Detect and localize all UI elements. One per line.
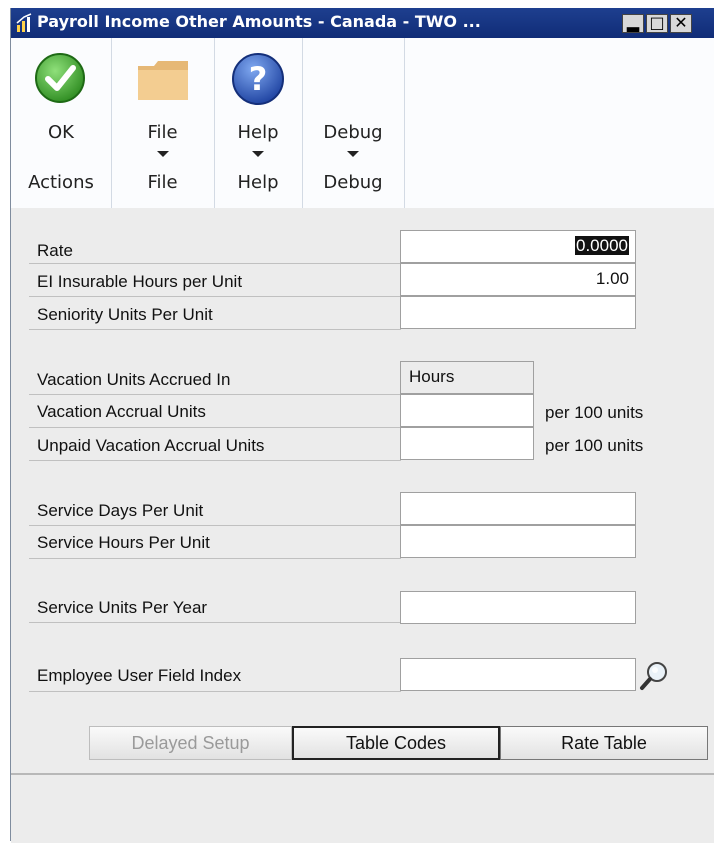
help-label: Help <box>237 122 279 143</box>
ribbon-group-file: File File <box>111 38 215 208</box>
title-bar[interactable]: Payroll Income Other Amounts - Canada - … <box>11 8 714 38</box>
close-button[interactable]: ✕ <box>670 13 692 33</box>
ei-insurable-hours-value: 1.00 <box>595 269 629 288</box>
seniority-units-input[interactable] <box>400 296 636 329</box>
app-chart-icon <box>16 13 32 32</box>
row-divider <box>29 329 401 330</box>
ribbon-group-actions: OK Actions <box>11 38 112 208</box>
service-days-per-unit-input[interactable] <box>400 492 636 525</box>
unpaid-vacation-accrual-units-label: Unpaid Vacation Accrual Units <box>37 436 265 455</box>
check-icon <box>35 53 85 103</box>
file-label: File <box>147 122 178 143</box>
table-codes-label: Table Codes <box>345 733 447 753</box>
ribbon-group-debug: Debug Debug <box>302 38 405 208</box>
lookup-magnifier-icon[interactable] <box>639 660 669 692</box>
ok-button[interactable]: OK <box>11 38 111 163</box>
ribbon-toolbar: OK Actions File File ? Help Help Debug D… <box>11 38 714 209</box>
ei-insurable-hours-label: EI Insurable Hours per Unit <box>37 272 243 291</box>
svg-text:?: ? <box>249 60 268 98</box>
unpaid-vacation-accrual-unit-text: per 100 units <box>545 436 644 455</box>
row-divider <box>29 558 401 559</box>
row-divider <box>29 296 401 297</box>
row-divider <box>29 427 401 428</box>
ribbon-group-help: ? Help Help <box>214 38 303 208</box>
unpaid-vacation-accrual-units-input[interactable] <box>400 427 534 460</box>
service-hours-per-unit-label: Service Hours Per Unit <box>37 533 210 552</box>
minimize-icon: ▂ <box>626 13 640 32</box>
window-title: Payroll Income Other Amounts - Canada - … <box>37 12 481 31</box>
rate-table-label: Rate Table <box>561 733 647 753</box>
minimize-button[interactable]: ▂ <box>622 13 644 33</box>
row-divider <box>29 691 401 692</box>
vacation-accrual-unit-text: per 100 units <box>545 403 644 422</box>
group-label-actions: Actions <box>28 172 94 193</box>
row-divider <box>29 263 401 264</box>
service-hours-per-unit-input[interactable] <box>400 525 636 558</box>
chevron-down-icon <box>347 151 359 157</box>
help-menu-button[interactable]: ? Help <box>214 38 302 163</box>
rate-value: 0.0000 <box>575 236 629 255</box>
debug-menu-button[interactable]: Debug <box>302 38 404 163</box>
group-label-help: Help <box>237 172 279 193</box>
group-label-file: File <box>147 172 178 193</box>
row-divider <box>29 525 401 526</box>
ok-label: OK <box>48 122 74 143</box>
debug-label: Debug <box>323 122 383 143</box>
rate-table-button[interactable]: Rate Table <box>500 726 708 760</box>
maximize-icon: □ <box>649 13 665 32</box>
rate-label: Rate <box>37 241 73 260</box>
status-bar <box>11 773 714 843</box>
vacation-accrual-units-label: Vacation Accrual Units <box>37 402 206 421</box>
row-divider <box>29 460 401 461</box>
maximize-button[interactable]: □ <box>646 13 668 33</box>
service-units-per-year-label: Service Units Per Year <box>37 598 208 617</box>
table-codes-button[interactable]: Table Codes <box>292 726 500 760</box>
vacation-units-accrued-in-field: Hours <box>400 361 534 394</box>
row-divider <box>29 622 401 623</box>
vacation-accrual-units-input[interactable] <box>400 394 534 427</box>
rate-input[interactable]: 0.0000 <box>400 230 636 263</box>
form-body: Rate 0.0000 EI Insurable Hours per Unit … <box>11 208 714 773</box>
vacation-units-accrued-in-value: Hours <box>409 367 455 386</box>
ei-insurable-hours-input[interactable]: 1.00 <box>400 263 636 296</box>
row-divider <box>29 394 401 395</box>
chevron-down-icon <box>252 151 264 157</box>
service-units-per-year-input[interactable] <box>400 591 636 624</box>
employee-user-field-index-input[interactable] <box>400 658 636 691</box>
employee-user-field-index-label: Employee User Field Index <box>37 666 242 685</box>
delayed-setup-label: Delayed Setup <box>131 733 250 753</box>
delayed-setup-button[interactable]: Delayed Setup <box>89 726 292 760</box>
payroll-income-other-amounts-window: Payroll Income Other Amounts - Canada - … <box>10 8 714 843</box>
close-icon: ✕ <box>674 13 688 32</box>
vacation-units-accrued-in-label: Vacation Units Accrued In <box>37 370 231 389</box>
group-label-debug: Debug <box>323 172 383 193</box>
folder-icon <box>138 61 188 100</box>
service-days-per-unit-label: Service Days Per Unit <box>37 501 204 520</box>
file-menu-button[interactable]: File <box>111 38 214 163</box>
seniority-units-label: Seniority Units Per Unit <box>37 305 213 324</box>
chevron-down-icon <box>156 151 169 157</box>
help-icon: ? <box>232 53 284 105</box>
